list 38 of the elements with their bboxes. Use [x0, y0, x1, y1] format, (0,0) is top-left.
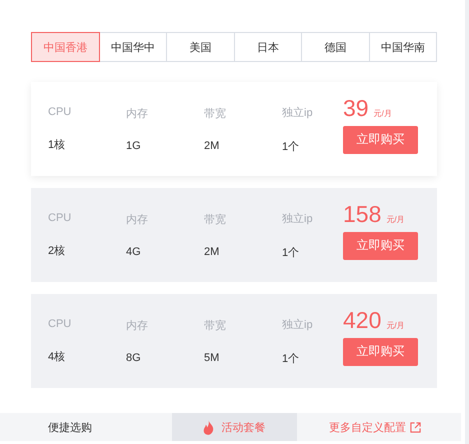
spec-label: 独立ip	[282, 318, 314, 332]
price-unit: 元/月	[374, 108, 392, 118]
price: 420	[343, 306, 382, 334]
spec-value: 4G	[126, 246, 142, 258]
spec-label: 独立ip	[282, 106, 314, 120]
region-tab[interactable]: 德国	[301, 32, 370, 62]
external-link-icon	[410, 422, 421, 432]
bottom-tab[interactable]: 便捷选购	[0, 413, 172, 441]
spec-value: 4核	[48, 350, 66, 364]
flame-icon	[203, 420, 214, 434]
spec-value: 2核	[48, 244, 66, 258]
spec-value: 1个	[282, 246, 300, 260]
spec-label: 独立ip	[282, 212, 314, 226]
spec-value: 1G	[126, 140, 142, 152]
price-unit: 元/月	[386, 214, 405, 224]
region-tab[interactable]: 中国华中	[98, 32, 167, 62]
spec-label: 内存	[126, 319, 149, 333]
spec-value: 1核	[48, 138, 66, 152]
price: 158	[343, 200, 382, 228]
spec-value: 5M	[204, 352, 220, 364]
spec-value: 2M	[204, 246, 220, 258]
region-tab[interactable]: 中国华南	[368, 32, 437, 62]
spec-label: 内存	[126, 213, 149, 227]
spec-value: 1个	[282, 352, 300, 366]
spec-value: 1个	[282, 140, 300, 154]
spec-label: 带宽	[204, 106, 227, 121]
spec-label: 带宽	[204, 212, 227, 227]
price: 39	[343, 94, 369, 122]
price-unit: 元/月	[386, 320, 405, 330]
spec-label: 带宽	[204, 318, 227, 333]
spec-value: 8G	[126, 352, 142, 364]
spec-label: 内存	[126, 107, 149, 121]
spec-label: CPU	[48, 106, 72, 118]
spec-label: CPU	[48, 318, 72, 330]
region-tab[interactable]: 日本	[234, 32, 302, 62]
spec-label: CPU	[48, 212, 72, 224]
spec-value: 2M	[204, 140, 220, 152]
region-tab[interactable]: 美国	[166, 32, 234, 62]
